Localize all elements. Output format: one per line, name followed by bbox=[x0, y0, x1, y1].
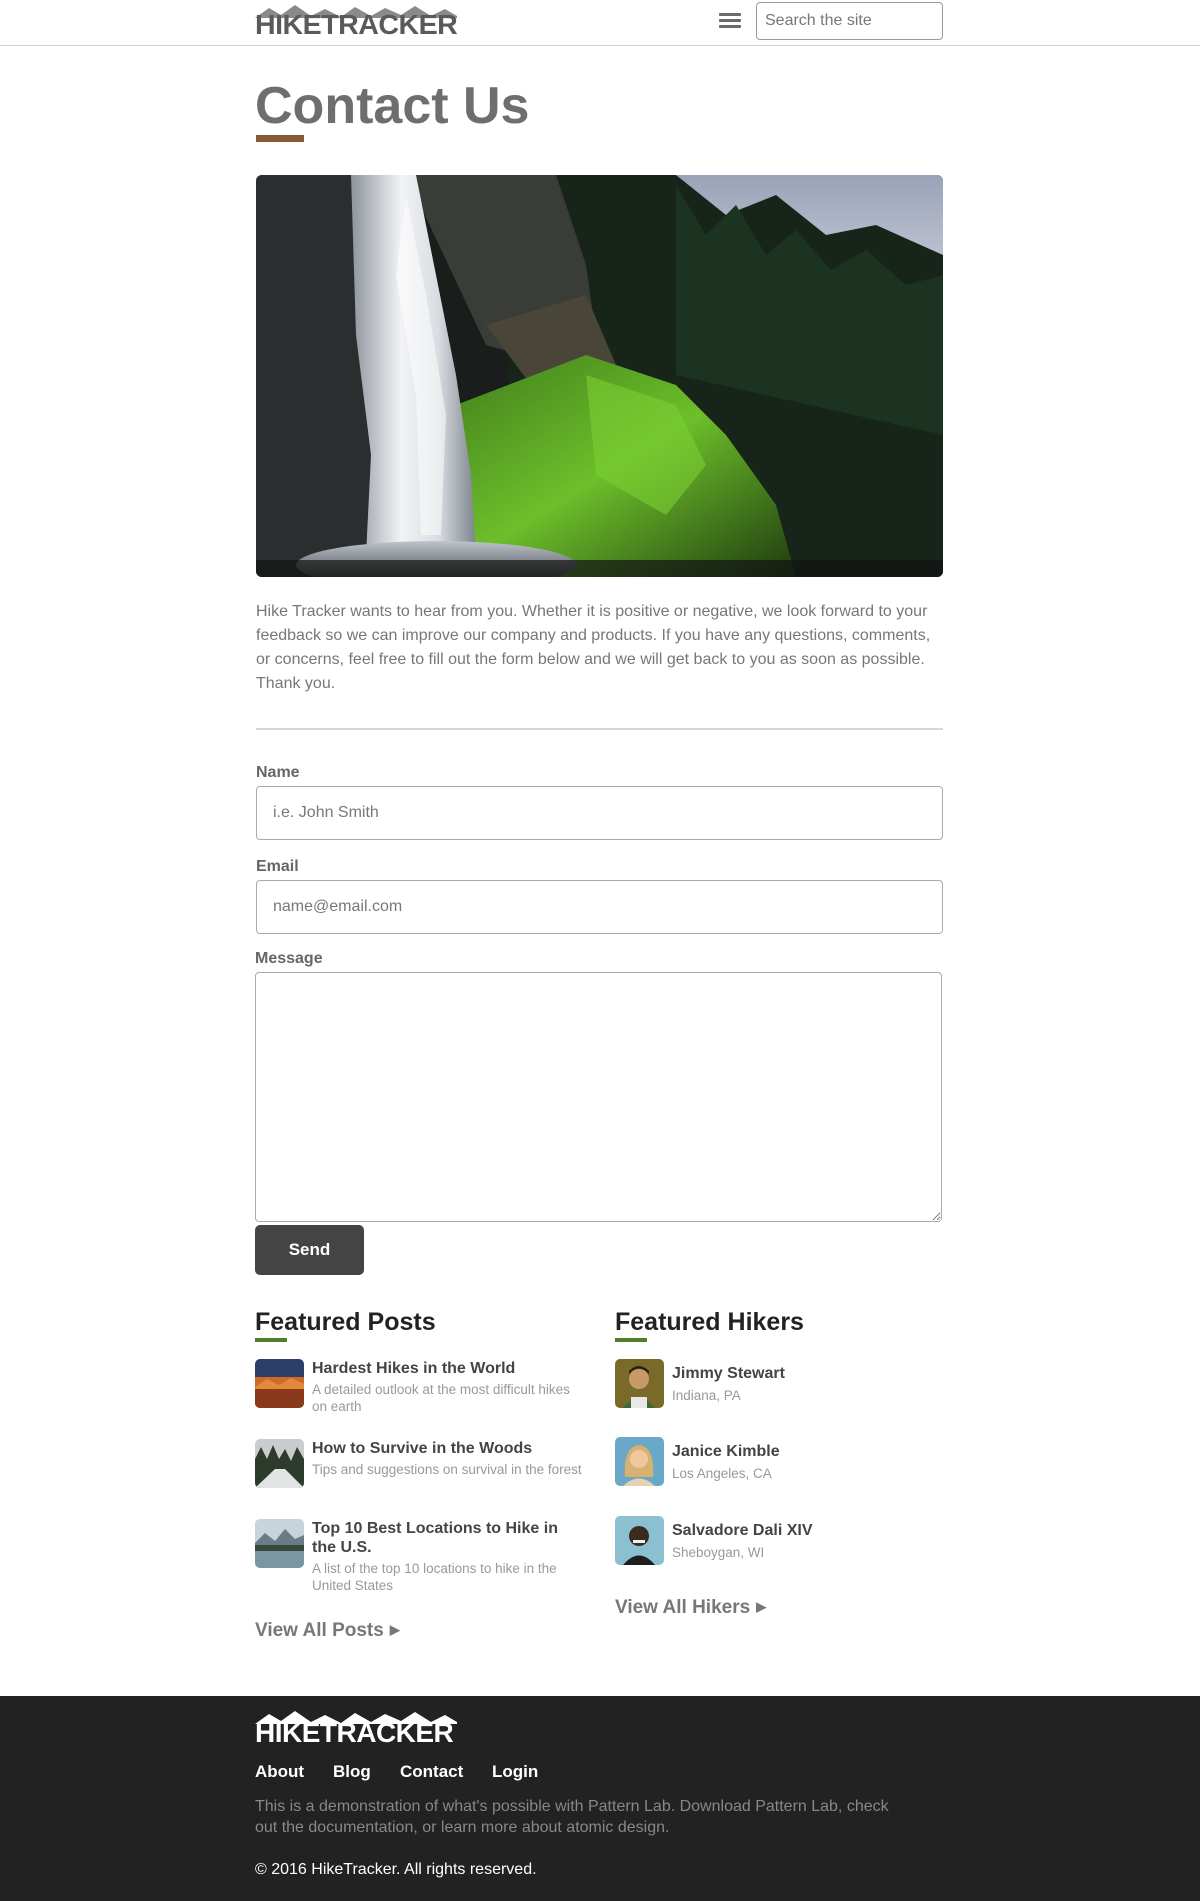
name-field[interactable] bbox=[256, 786, 943, 840]
footer-link-contact[interactable]: Contact bbox=[400, 1762, 463, 1782]
intro-text: Hike Tracker wants to hear from you. Whe… bbox=[256, 603, 931, 692]
section-divider bbox=[256, 728, 943, 730]
hiker-location: Indiana, PA bbox=[672, 1388, 741, 1403]
view-all-hikers-label: View All Hikers bbox=[615, 1597, 751, 1618]
post-title[interactable]: Top 10 Best Locations to Hike in the U.S… bbox=[312, 1519, 582, 1557]
view-all-posts-link[interactable]: View All Posts ▶ bbox=[255, 1620, 400, 1642]
logo-text: HIKETRACKER bbox=[255, 9, 458, 40]
post-item[interactable]: How to Survive in the Woods Tips and sug… bbox=[255, 1439, 585, 1499]
hero-waterfall-image bbox=[256, 175, 943, 577]
site-header: HIKETRACKER bbox=[0, 0, 1200, 46]
site-logo[interactable]: HIKETRACKER bbox=[255, 4, 458, 40]
post-item[interactable]: Top 10 Best Locations to Hike in the U.S… bbox=[255, 1519, 585, 1599]
email-label: Email bbox=[256, 858, 299, 875]
hiker-item[interactable]: Salvadore Dali XIV Sheboygan, WI bbox=[615, 1516, 915, 1566]
title-underline bbox=[256, 135, 304, 142]
post-item[interactable]: Hardest Hikes in the World A detailed ou… bbox=[255, 1359, 585, 1419]
menu-icon[interactable] bbox=[719, 13, 741, 31]
message-label: Message bbox=[255, 950, 323, 967]
post-title[interactable]: Hardest Hikes in the World bbox=[312, 1359, 582, 1378]
hiker-item[interactable]: Janice Kimble Los Angeles, CA bbox=[615, 1437, 915, 1487]
name-label: Name bbox=[256, 764, 300, 781]
hiker-name[interactable]: Salvadore Dali XIV bbox=[672, 1522, 813, 1540]
hiker-item[interactable]: Jimmy Stewart Indiana, PA bbox=[615, 1359, 915, 1409]
post-title[interactable]: How to Survive in the Woods bbox=[312, 1439, 582, 1458]
footer-logo[interactable]: HIKETRACKER bbox=[255, 1710, 457, 1748]
play-arrow-icon: ▶ bbox=[389, 1622, 400, 1637]
view-all-posts-label: View All Posts bbox=[255, 1620, 384, 1641]
footer-link-login[interactable]: Login bbox=[492, 1762, 538, 1782]
post-thumbnail bbox=[255, 1519, 304, 1568]
email-field[interactable] bbox=[256, 880, 943, 934]
featured-hikers-underline bbox=[615, 1338, 647, 1342]
avatar bbox=[615, 1437, 664, 1486]
play-arrow-icon: ▶ bbox=[756, 1599, 767, 1614]
message-field[interactable] bbox=[255, 972, 942, 1222]
avatar bbox=[615, 1516, 664, 1565]
footer-link-blog[interactable]: Blog bbox=[333, 1762, 371, 1782]
post-thumbnail bbox=[255, 1359, 304, 1408]
footer-copyright: © 2016 HikeTracker. All rights reserved. bbox=[255, 1861, 537, 1878]
site-footer: HIKETRACKER About Blog Contact Login Thi… bbox=[0, 1696, 1200, 1901]
footer-logo-text: HIKETRACKER bbox=[255, 1717, 454, 1748]
post-thumbnail bbox=[255, 1439, 304, 1488]
send-button[interactable]: Send bbox=[255, 1225, 364, 1275]
featured-hikers-title: Featured Hikers bbox=[615, 1308, 804, 1336]
footer-link-about[interactable]: About bbox=[255, 1762, 304, 1782]
post-description: Tips and suggestions on survival in the … bbox=[312, 1462, 582, 1477]
avatar bbox=[615, 1359, 664, 1408]
search-input[interactable] bbox=[756, 2, 943, 40]
hiker-location: Sheboygan, WI bbox=[672, 1545, 765, 1560]
footer-description: This is a demonstration of what's possib… bbox=[255, 1798, 889, 1836]
hiker-location: Los Angeles, CA bbox=[672, 1466, 772, 1481]
hiker-name[interactable]: Janice Kimble bbox=[672, 1443, 780, 1461]
post-description: A list of the top 10 locations to hike i… bbox=[312, 1561, 557, 1593]
featured-posts-title: Featured Posts bbox=[255, 1308, 436, 1336]
view-all-hikers-link[interactable]: View All Hikers ▶ bbox=[615, 1597, 766, 1619]
page-title: Contact Us bbox=[255, 77, 530, 135]
featured-posts-underline bbox=[255, 1338, 287, 1342]
hiker-name[interactable]: Jimmy Stewart bbox=[672, 1365, 785, 1383]
post-description: A detailed outlook at the most difficult… bbox=[312, 1382, 570, 1414]
